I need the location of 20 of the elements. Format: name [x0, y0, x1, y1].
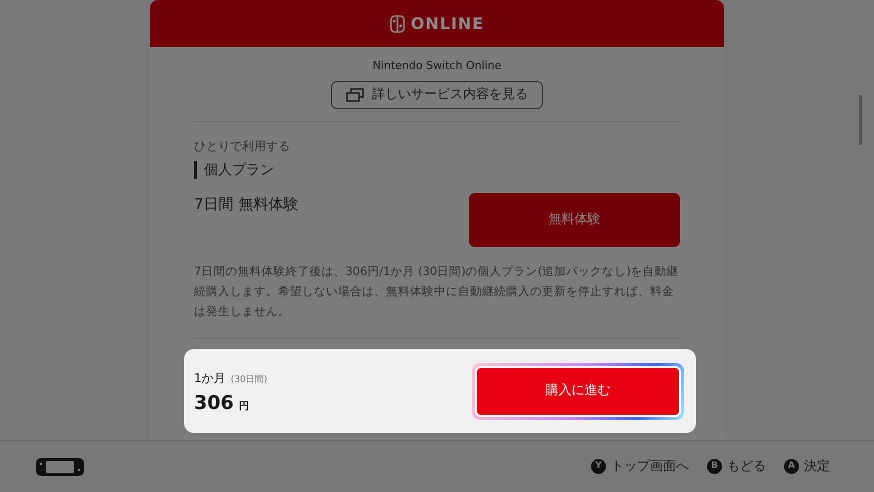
trial-label: 7日間 無料体験 [194, 194, 298, 214]
scrollbar[interactable] [859, 95, 862, 145]
footer-action[interactable]: B もどる [707, 456, 766, 476]
footer-action[interactable]: A 決定 [784, 456, 830, 476]
details-button[interactable]: 詳しいサービス内容を見る [331, 80, 543, 108]
period-note: (30日間) [230, 374, 268, 385]
console-icon [36, 456, 84, 476]
windows-icon [346, 88, 364, 102]
free-trial-button[interactable]: 無料体験 [469, 192, 680, 246]
plan-description: 7日間の無料体験終了後は、306円/1か月 (30日間)の個人プラン(追加パックなし)を自動継続購入します。希望しない場合は、無料体験中に自動継続購入の更新を停止すれば、料金は発生しません。 [194, 262, 680, 320]
service-name: Nintendo Switch Online [372, 58, 502, 74]
currency: 円 [238, 400, 249, 412]
plan-name: 個人プラン [194, 160, 680, 178]
price: 306 [194, 392, 234, 414]
footer-action[interactable]: Y トップ画面へ [591, 456, 689, 476]
purchase-button[interactable]: 購入に進む [475, 366, 681, 416]
period-label: 1か月 [194, 370, 226, 385]
logo-text: ONLINE [410, 12, 484, 34]
plan-category: ひとりで利用する [194, 138, 291, 154]
switch-logo-icon [390, 14, 405, 32]
